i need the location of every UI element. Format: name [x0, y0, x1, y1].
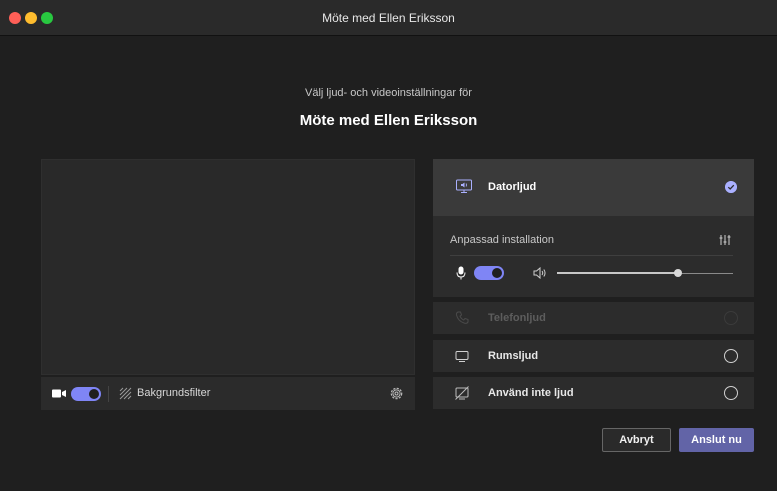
gear-icon[interactable]	[389, 386, 404, 401]
room-audio-radio[interactable]	[724, 349, 738, 363]
meeting-title: Möte med Ellen Eriksson	[299, 112, 478, 129]
video-preview	[41, 159, 415, 375]
computer-audio-icon	[456, 179, 472, 193]
phone-audio-radio	[724, 311, 738, 325]
computer-audio-option[interactable]: Datorljud	[433, 159, 754, 216]
room-audio-icon	[455, 351, 469, 362]
check-icon	[725, 181, 737, 193]
phone-audio-option: Telefonljud	[433, 302, 754, 334]
speaker-volume-fill	[557, 272, 678, 274]
phone-audio-icon	[455, 311, 469, 324]
no-audio-icon	[455, 386, 469, 400]
settings-subtitle: Välj ljud- och videoinställningar för	[305, 87, 472, 99]
phone-audio-label: Telefonljud	[488, 312, 546, 324]
background-filter-icon[interactable]	[119, 387, 132, 400]
speaker-icon	[533, 267, 546, 279]
title-bar: Möte med Ellen Eriksson	[0, 0, 777, 36]
controls-divider	[108, 386, 109, 402]
room-audio-label: Rumsljud	[488, 350, 539, 362]
join-now-button[interactable]: Anslut nu	[679, 428, 754, 452]
custom-setup-label: Anpassad installation	[450, 234, 554, 246]
video-controls-bar: Bakgrundsfilter	[41, 377, 415, 410]
microphone-icon	[456, 266, 466, 280]
microphone-toggle[interactable]	[474, 266, 504, 280]
no-audio-label: Använd inte ljud	[488, 387, 574, 399]
speaker-volume-thumb[interactable]	[674, 269, 682, 277]
camera-toggle-knob	[89, 389, 99, 399]
meeting-prejoin-window: Möte med Ellen Eriksson Välj ljud- och v…	[0, 0, 777, 491]
computer-audio-label: Datorljud	[488, 181, 537, 193]
microphone-toggle-knob	[492, 268, 502, 278]
computer-audio-panel: Datorljud Anpassad installation	[433, 159, 754, 297]
camera-icon	[52, 389, 66, 398]
camera-toggle[interactable]	[71, 387, 101, 401]
room-audio-option[interactable]: Rumsljud	[433, 340, 754, 372]
cancel-button[interactable]: Avbryt	[602, 428, 671, 452]
audio-settings-icon[interactable]	[719, 234, 731, 246]
background-filter-label[interactable]: Bakgrundsfilter	[137, 387, 210, 399]
no-audio-option[interactable]: Använd inte ljud	[433, 377, 754, 409]
window-title: Möte med Ellen Eriksson	[322, 11, 455, 25]
audio-separator	[450, 255, 733, 256]
no-audio-radio[interactable]	[724, 386, 738, 400]
